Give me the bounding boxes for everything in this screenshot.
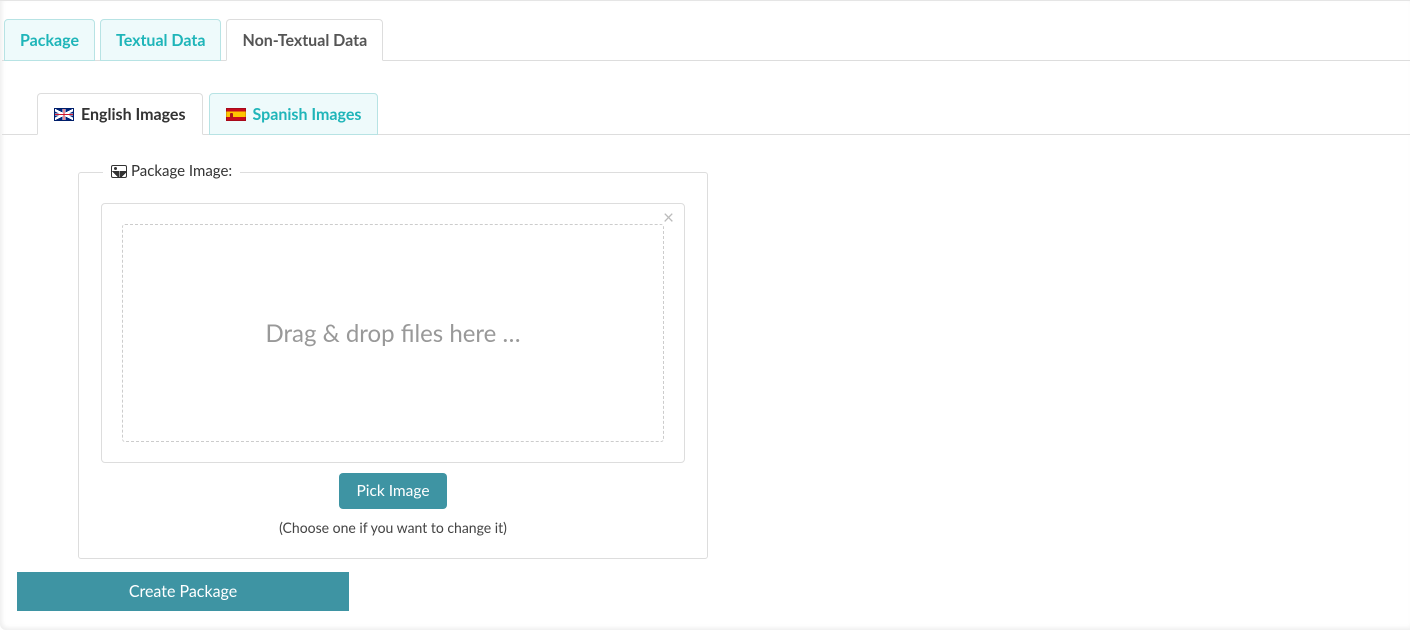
package-image-fieldset: Package Image: × Drag & drop files here …: [78, 172, 708, 559]
image-icon: [111, 165, 127, 178]
legend-text: Package Image:: [131, 162, 232, 180]
file-dropzone[interactable]: Drag & drop files here …: [122, 224, 664, 442]
language-tabs: English Images Spanish Images: [2, 93, 1410, 135]
tab-english-label: English Images: [81, 105, 186, 124]
upload-card: × Drag & drop files here …: [101, 203, 685, 463]
create-package-button[interactable]: Create Package: [17, 572, 349, 611]
main-tabs: Package Textual Data Non-Textual Data: [2, 1, 1410, 61]
fieldset-legend: Package Image:: [103, 162, 240, 180]
tab-spanish-label: Spanish Images: [253, 105, 362, 124]
tab-english-images[interactable]: English Images: [37, 93, 203, 135]
dropzone-text: Drag & drop files here …: [266, 319, 521, 348]
spain-flag-icon: [226, 108, 246, 121]
tab-spanish-images[interactable]: Spanish Images: [209, 93, 379, 135]
uk-flag-icon: [54, 108, 74, 121]
pick-image-button[interactable]: Pick Image: [339, 473, 446, 509]
pick-image-hint: (Choose one if you want to change it): [101, 519, 685, 536]
tab-non-textual-data[interactable]: Non-Textual Data: [226, 19, 383, 61]
close-icon[interactable]: ×: [663, 208, 674, 227]
tab-package[interactable]: Package: [4, 19, 95, 61]
tab-textual-data[interactable]: Textual Data: [100, 19, 221, 61]
